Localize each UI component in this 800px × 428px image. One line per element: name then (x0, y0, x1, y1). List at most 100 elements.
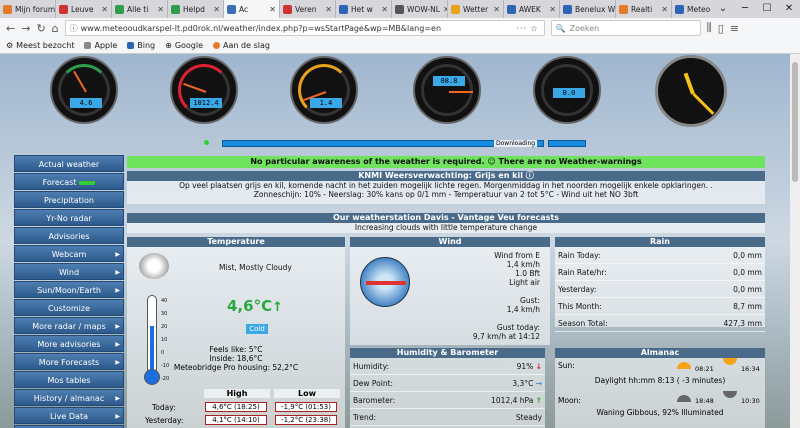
navigation-bar: ← → ↻ ⌂ ⓘ www.meteooudkarspel-lt.pd0rok.… (0, 18, 800, 38)
rain-label: Yesterday: (558, 284, 597, 294)
tab-close-icon[interactable]: ✕ (269, 5, 276, 14)
sidebar-item[interactable]: Yr-No radar (14, 209, 124, 226)
tab-close-icon[interactable]: ✕ (325, 5, 332, 14)
menu-icon[interactable]: ≡ (730, 22, 739, 35)
gauge-wind-direction: 08.8 (413, 56, 481, 124)
moonrise-icon (677, 395, 691, 402)
gauge-value: 1.4 (310, 98, 342, 108)
sidebar-item[interactable]: More radar / maps ▶ (14, 317, 124, 334)
sidebar-item[interactable]: Webcam ▶ (14, 245, 124, 262)
gust-label: Gust: (520, 296, 540, 305)
tab-close-icon[interactable]: ✕ (549, 5, 556, 14)
sidebar-item[interactable]: Forecast (14, 173, 124, 190)
trend-arrow-icon: → (535, 378, 542, 388)
bookmark-google[interactable]: ⊕ Google (165, 41, 203, 50)
moonset-icon (723, 391, 737, 398)
back-icon[interactable]: ← (6, 22, 15, 35)
tab-close-icon[interactable]: ✕ (213, 5, 220, 14)
sidebar-item-label: More radar / maps (32, 322, 106, 331)
browser-tab[interactable]: Mijn forum✕ (0, 0, 56, 18)
browser-tab[interactable]: Alle ti ✕ (112, 0, 168, 18)
tab-favicon-icon (619, 4, 628, 14)
tab-close-icon[interactable]: ✕ (661, 5, 668, 14)
moonrise-time: 18:48 (695, 397, 714, 405)
sidebar-icon[interactable]: ▯ (718, 22, 724, 35)
tab-label: Het w (351, 4, 373, 14)
browser-tab[interactable]: Veren ✕ (280, 0, 336, 18)
tab-favicon-icon (675, 4, 684, 14)
tab-label: AWEK (519, 4, 541, 14)
temperature-value: 4,6°C↑ (227, 297, 283, 315)
sidebar-item[interactable]: Sun/Moon/Earth ▶ (14, 281, 124, 298)
sidebar-item[interactable]: Advisories (14, 227, 124, 244)
url-text: www.meteooudkarspel-lt.pd0rok.nl/weather… (80, 23, 442, 33)
browser-tab[interactable]: Benelux W✕ (560, 0, 616, 18)
moonset-time: 10:30 (741, 397, 760, 405)
bookmark-bing[interactable]: Bing (127, 41, 155, 50)
browser-tab[interactable]: Leuve ✕ (56, 0, 112, 18)
forward-icon[interactable]: → (21, 22, 30, 35)
home-icon[interactable]: ⌂ (52, 22, 59, 35)
bookmark-apple[interactable]: Apple (84, 41, 117, 50)
bookmark-most-visited[interactable]: ⚙ Meest bezocht (6, 41, 74, 50)
reload-icon[interactable]: ↻ (36, 22, 45, 35)
temperature-state-badge: Cold (246, 324, 268, 334)
sidebar-item-label: Actual weather (38, 160, 100, 169)
sidebar-item[interactable]: Actual weather (14, 155, 124, 172)
moon-label: Moon: (558, 396, 581, 405)
sidebar-item[interactable]: More Forecasts ▶ (14, 353, 124, 370)
submenu-arrow-icon: ▶ (115, 395, 120, 402)
almanac-panel: Almanac Sun: 08:21 16:34 Daylight hh:mm … (555, 348, 765, 428)
analog-clock (655, 55, 727, 127)
compass-rose-icon (360, 257, 410, 307)
knmi-forecast-panel: KNMI Weersverwachting: Grijs en kil ⓘ Op… (127, 171, 765, 204)
tab-list-icon[interactable]: ⌄ (712, 0, 734, 18)
moon-phase-text: Waning Gibbous, 92% Illuminated (596, 408, 724, 417)
page-scrollbar[interactable] (790, 54, 800, 428)
sidebar-item-label: Precipitation (43, 196, 94, 205)
search-input[interactable]: 🔍 Zoeken (550, 20, 701, 36)
browser-tab[interactable]: AWEK ✕ (504, 0, 560, 18)
tab-close-icon[interactable]: ✕ (493, 5, 500, 14)
page-actions-icon[interactable]: ··· ☆ (516, 24, 543, 33)
gauge-needle (449, 91, 473, 93)
scrollbar-thumb[interactable] (792, 62, 798, 182)
maximize-icon[interactable]: ☐ (756, 0, 778, 18)
browser-tab[interactable]: WOW-NL✕ (392, 0, 448, 18)
browser-tab[interactable]: Realti ✕ (616, 0, 672, 18)
sidebar-item[interactable]: Customize (14, 299, 124, 316)
tab-label: WOW-NL (407, 4, 440, 14)
sidebar-item[interactable]: History / almanac ▶ (14, 389, 124, 406)
sidebar-item-label: Live Data (50, 412, 88, 421)
sidebar-item[interactable]: Precipitation (14, 191, 124, 208)
browser-tab[interactable]: Helpd ✕ (168, 0, 224, 18)
tab-close-icon[interactable]: ✕ (381, 5, 388, 14)
browser-tab[interactable]: Ac ✕ (224, 0, 280, 18)
tab-close-icon[interactable]: ✕ (157, 5, 164, 14)
humidity-label: Barometer: (353, 395, 396, 405)
browser-tab[interactable]: Het w ✕ (336, 0, 392, 18)
feels-like-text: Feels like: 5°C (209, 345, 263, 354)
tab-close-icon[interactable]: ✕ (101, 5, 108, 14)
url-bar[interactable]: ⓘ www.meteooudkarspel-lt.pd0rok.nl/weath… (64, 20, 545, 36)
wind-from: Wind from E (494, 251, 540, 260)
gauge-ring (298, 64, 350, 116)
library-icon[interactable]: ⫼ (707, 21, 712, 35)
today-label: Today: (152, 403, 176, 412)
rain-row: Yesterday: 0,0 mm (555, 281, 765, 298)
clock-hour-hand (683, 72, 695, 95)
minimize-icon[interactable]: ─ (734, 0, 756, 18)
info-icon[interactable]: ⓘ (70, 23, 78, 34)
scale-tick-label: 20 (161, 324, 168, 330)
close-window-icon[interactable]: ✕ (778, 0, 800, 18)
knmi-title: KNMI Weersverwachting: Grijs en kil ⓘ (127, 171, 765, 181)
rain-row: Rain Rate/hr: 0,0 mm (555, 264, 765, 281)
sidebar-item[interactable]: Mos tables (14, 371, 124, 388)
sidebar-item[interactable]: Live Data ▶ (14, 407, 124, 424)
gauge-value: 4.6 (70, 98, 102, 108)
bookmark-getting-started[interactable]: Aan de slag (213, 41, 270, 50)
browser-tab[interactable]: Wetter ✕ (448, 0, 504, 18)
sidebar-item[interactable]: More advisories ▶ (14, 335, 124, 352)
search-placeholder: Zoeken (569, 23, 600, 33)
sidebar-item[interactable]: Wind ▶ (14, 263, 124, 280)
